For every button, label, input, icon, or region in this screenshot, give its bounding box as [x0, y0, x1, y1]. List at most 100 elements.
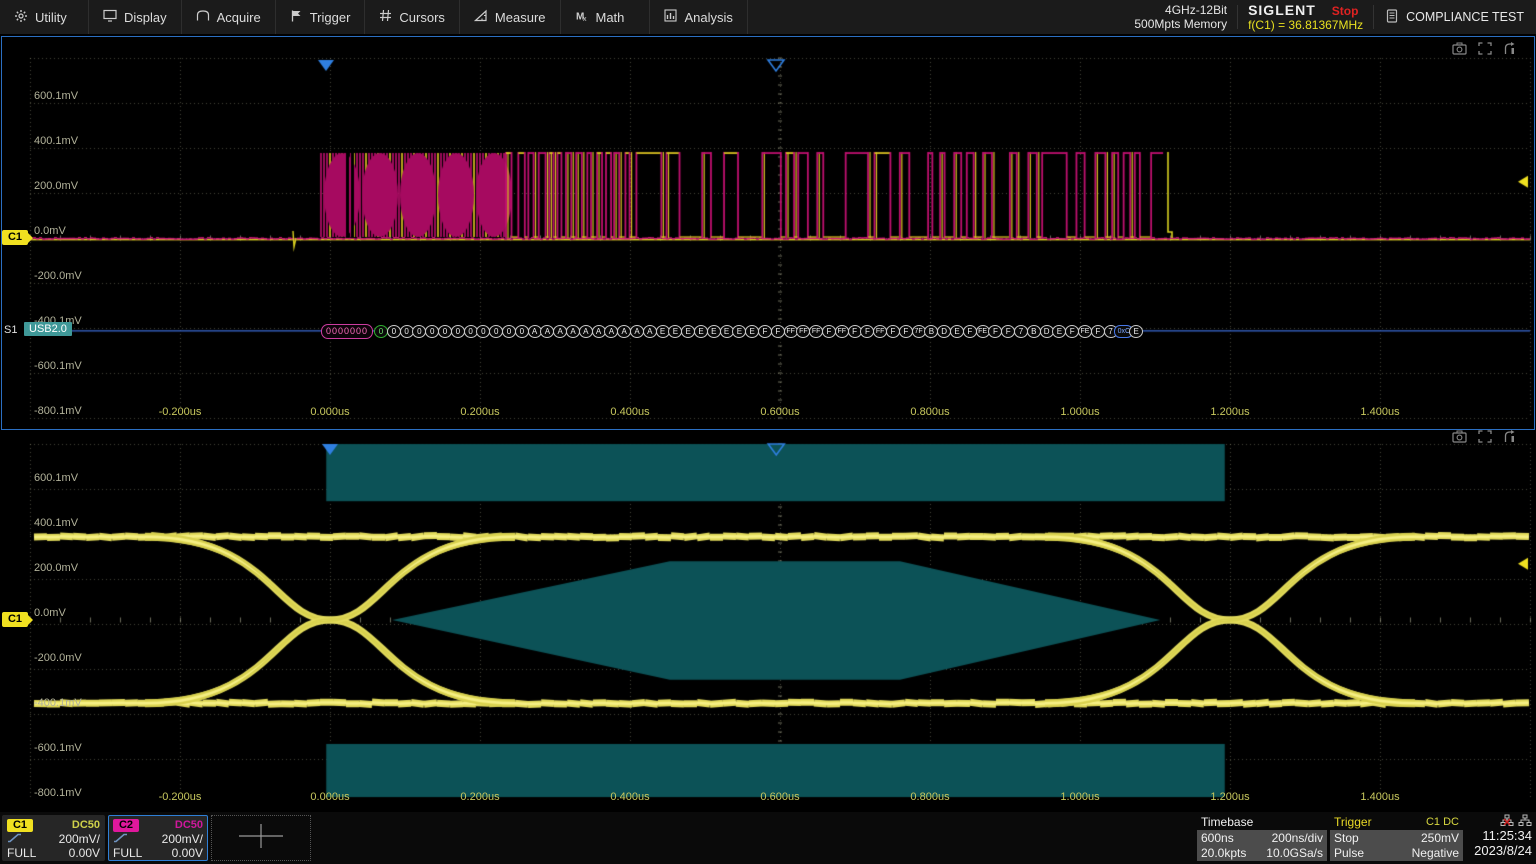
- menu-item-label: Trigger: [310, 10, 351, 25]
- memory-label: 500Mpts Memory: [1134, 17, 1227, 31]
- cursors-icon: [379, 9, 392, 25]
- oscilloscope-screen: Utility Display Acquire Trigger Cursors Measu…: [0, 0, 1536, 864]
- slope-icon: [7, 832, 22, 846]
- camera-icon[interactable]: [1452, 42, 1467, 60]
- timebase-title: Timebase: [1201, 815, 1253, 830]
- menu-item-acquire[interactable]: Acquire: [182, 0, 276, 34]
- c2-scale: 200mV/: [162, 832, 203, 846]
- c1-coupling: DC50: [72, 818, 100, 832]
- decode-byte: E: [694, 325, 708, 338]
- fullscreen-icon[interactable]: [1478, 42, 1492, 60]
- c1-scale: 200mV/: [59, 832, 100, 846]
- decode-byte: 0: [387, 325, 401, 338]
- bottom-plot-icons: [1452, 430, 1516, 448]
- camera-icon[interactable]: [1452, 430, 1467, 448]
- plot-area: 600.1mV600.1mV400.1mV400.1mV200.0mV200.0…: [0, 34, 1536, 812]
- decode-byte: FE: [1078, 325, 1092, 338]
- add-channel-button[interactable]: [211, 815, 311, 861]
- slope-icon: [113, 832, 128, 846]
- trigger-title: Trigger: [1334, 815, 1372, 830]
- decode-byte: F: [963, 325, 977, 338]
- decode-bus-label: S1: [4, 324, 17, 336]
- decode-sync-field: 0000000: [321, 324, 373, 339]
- decode-protocol-badge[interactable]: USB2.0: [24, 322, 72, 336]
- decode-byte: A: [643, 325, 657, 338]
- c1-ground-marker-bottom[interactable]: C1: [2, 612, 28, 627]
- header-right: 4GHz-12Bit 500Mpts Memory SIGLENT Stop f…: [1124, 0, 1536, 34]
- c1-bandwidth: FULL: [7, 846, 36, 860]
- menu-item-label: Measure: [495, 10, 546, 25]
- c1-ground-marker-top[interactable]: C1: [2, 230, 28, 245]
- c1-offset: 0.00V: [69, 846, 100, 860]
- decode-byte: F: [899, 325, 913, 338]
- flip-icon[interactable]: [1503, 430, 1516, 448]
- menu-item-measure[interactable]: Measure: [460, 0, 561, 34]
- c2-bandwidth: FULL: [113, 846, 142, 860]
- app-mode-button[interactable]: COMPLIANCE TEST: [1374, 9, 1536, 26]
- clock-date: 2023/8/24: [1474, 843, 1532, 858]
- bandwidth-label: 4GHz-12Bit: [1165, 3, 1227, 17]
- menu-item-display[interactable]: Display: [89, 0, 182, 34]
- menu-item-utility[interactable]: Utility: [0, 0, 89, 34]
- menu-item-label: Display: [124, 10, 167, 25]
- channel-box-c1[interactable]: C1 DC50 200mV/ FULL 0.00V: [2, 815, 105, 861]
- decode-byte: FF: [835, 325, 849, 338]
- trigger-slope: Negative: [1412, 846, 1459, 860]
- display-icon: [103, 9, 117, 25]
- measure-icon: [474, 9, 488, 25]
- menu-item-analysis[interactable]: Analysis: [650, 0, 748, 34]
- plus-icon: [231, 821, 291, 856]
- lan-disconnected-icon: [1500, 814, 1514, 828]
- document-icon: [1386, 9, 1398, 26]
- trigger-panel[interactable]: Trigger C1 DC Stop 250mV Pulse Negative: [1330, 815, 1463, 861]
- gear-icon: [14, 9, 28, 26]
- acquisition-status[interactable]: Stop: [1332, 4, 1359, 18]
- decode-byte: A: [579, 325, 593, 338]
- timebase-samplerate: 10.0GSa/s: [1266, 846, 1323, 860]
- c2-coupling: DC50: [175, 818, 203, 832]
- decode-byte: F: [758, 325, 772, 338]
- timebase-scale: 200ns/div: [1272, 831, 1323, 845]
- analysis-icon: [664, 9, 678, 25]
- decode-byte: F: [822, 325, 836, 338]
- decode-byte: E: [707, 325, 721, 338]
- c2-offset: 0.00V: [172, 846, 203, 860]
- decode-byte: 0: [451, 325, 465, 338]
- decode-byte: 0: [515, 325, 529, 338]
- menu-item-trigger[interactable]: Trigger: [276, 0, 366, 34]
- c1-badge: C1: [7, 819, 33, 832]
- network-status: [1474, 814, 1532, 828]
- decode-byte: A: [630, 325, 644, 338]
- decode-byte: E: [950, 325, 964, 338]
- waveform-display[interactable]: [0, 34, 1536, 812]
- svg-text:x: x: [583, 16, 587, 22]
- channel-box-c2[interactable]: C2 DC50 200mV/ FULL 0.00V: [108, 815, 208, 861]
- decode-byte: F: [1091, 325, 1105, 338]
- brand-block: SIGLENT Stop f(C1) = 36.81367MHz: [1238, 0, 1373, 34]
- flag-icon: [290, 9, 303, 26]
- decode-byte: B: [1027, 325, 1041, 338]
- clock-block[interactable]: 11:25:34 2023/8/24: [1474, 814, 1532, 858]
- trigger-source: C1 DC: [1426, 815, 1459, 830]
- menu-item-label: Math: [596, 10, 625, 25]
- clock-time: 11:25:34: [1474, 828, 1532, 843]
- menu-item-math[interactable]: MxMath: [561, 0, 650, 34]
- timebase-panel[interactable]: Timebase 600ns 200ns/div 20.0kpts 10.0GS…: [1197, 815, 1327, 861]
- decode-byte: A: [566, 325, 580, 338]
- acquire-icon: [196, 9, 210, 25]
- status-bar: C1 DC50 200mV/ FULL 0.00V C2 DC50 200mV/…: [0, 812, 1536, 864]
- frequency-counter: f(C1) = 36.81367MHz: [1248, 18, 1363, 32]
- menu-item-cursors[interactable]: Cursors: [365, 0, 460, 34]
- decode-byte: 0: [438, 325, 452, 338]
- app-mode-label: COMPLIANCE TEST: [1406, 10, 1524, 24]
- trigger-level: 250mV: [1421, 831, 1459, 845]
- flip-icon[interactable]: [1503, 42, 1516, 60]
- decode-byte: 7: [1014, 325, 1028, 338]
- memory-info: 4GHz-12Bit 500Mpts Memory: [1124, 0, 1237, 34]
- timebase-delay: 600ns: [1201, 831, 1234, 845]
- menu-item-label: Acquire: [217, 10, 261, 25]
- decode-byte: F: [771, 325, 785, 338]
- decode-byte: F: [886, 325, 900, 338]
- trigger-type: Pulse: [1334, 846, 1364, 860]
- fullscreen-icon[interactable]: [1478, 430, 1492, 448]
